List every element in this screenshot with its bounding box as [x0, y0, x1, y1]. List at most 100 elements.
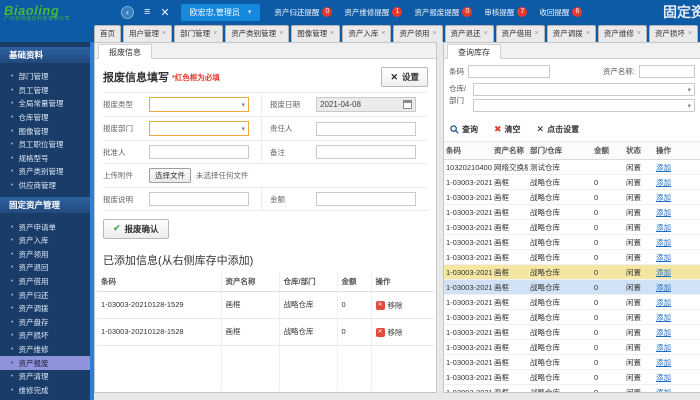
tab-close-icon[interactable]: ×: [330, 30, 334, 37]
sidebar-item[interactable]: • 员工管理: [0, 84, 90, 98]
notification-link[interactable]: 资产报废提醒 0: [414, 7, 473, 18]
add-link[interactable]: 添加: [656, 193, 671, 202]
remark-input[interactable]: [316, 145, 416, 159]
dept-select[interactable]: ▾: [473, 99, 695, 112]
sidebar-item[interactable]: • 资产归还: [0, 288, 90, 302]
remove-button[interactable]: ✕ 移除: [375, 300, 403, 311]
sidebar-item[interactable]: • 资产退回: [0, 261, 90, 275]
sidebar-item[interactable]: • 资产损坏: [0, 329, 90, 343]
tab[interactable]: 资产退还 ×: [444, 25, 494, 42]
scrap-dept-select[interactable]: ▾: [149, 121, 249, 136]
tab[interactable]: 用户管理 ×: [123, 25, 173, 42]
sidebar-item[interactable]: • 资产报废: [0, 356, 90, 370]
scrap-info-tab[interactable]: 报废信息: [98, 44, 152, 59]
sidebar-item[interactable]: • 员工职位管理: [0, 138, 90, 152]
responsible-input[interactable]: [316, 121, 416, 136]
sidebar-section-fixed-assets[interactable]: 固定资产管理: [0, 197, 90, 214]
asset-name-input[interactable]: [639, 65, 695, 78]
add-link[interactable]: 添加: [656, 328, 671, 337]
add-link[interactable]: 添加: [656, 343, 671, 352]
tab[interactable]: 资产类别管理 ×: [225, 25, 290, 42]
add-link[interactable]: 添加: [656, 298, 671, 307]
hamburger-icon[interactable]: ≡: [144, 6, 150, 18]
sidebar-item[interactable]: • 规格型号: [0, 152, 90, 166]
tab-close-icon[interactable]: ×: [279, 30, 283, 37]
notification-badge: 0: [322, 7, 333, 17]
sidebar-item[interactable]: • 资产调拨: [0, 302, 90, 316]
bullet-icon: •: [11, 359, 14, 367]
settings-button[interactable]: ✕ 设置: [381, 67, 428, 87]
add-link[interactable]: 添加: [656, 358, 671, 367]
click-settings-button[interactable]: ✕ 点击设置: [537, 124, 580, 135]
add-link[interactable]: 添加: [656, 178, 671, 187]
scrap-desc-input[interactable]: [149, 192, 249, 206]
tab-close-icon[interactable]: ×: [432, 30, 436, 37]
tab-close-icon[interactable]: ×: [381, 30, 385, 37]
tab[interactable]: 资产领用 ×: [393, 25, 443, 42]
sidebar-item[interactable]: • 部门管理: [0, 70, 90, 84]
tab[interactable]: 部门管理 ×: [174, 25, 224, 42]
sidebar-item[interactable]: • 全局常量管理: [0, 97, 90, 111]
tab[interactable]: 首页: [94, 25, 121, 42]
query-button[interactable]: 查询: [450, 124, 478, 135]
sidebar-item[interactable]: • 资产入库: [0, 234, 90, 248]
tab-close-icon[interactable]: ×: [162, 30, 166, 37]
amount-input[interactable]: [316, 192, 416, 206]
sidebar-item[interactable]: • 资产领用: [0, 248, 90, 262]
collapse-icon[interactable]: ‹: [121, 5, 134, 19]
close-icon[interactable]: ✕: [160, 6, 169, 19]
clear-button[interactable]: ✖ 清空: [494, 124, 521, 135]
scrap-date-field[interactable]: 2021-04-08: [316, 97, 416, 112]
add-link[interactable]: 添加: [656, 253, 671, 262]
scrap-confirm-button[interactable]: ✔ 报废确认: [103, 218, 169, 239]
sidebar-item[interactable]: • 供应商管理: [0, 179, 90, 193]
notification-link[interactable]: 资产维修提醒 1: [344, 7, 403, 18]
tab-close-icon[interactable]: ×: [535, 30, 539, 37]
notification-link[interactable]: 收回提醒 6: [539, 7, 583, 18]
approver-input[interactable]: [149, 145, 249, 159]
tab[interactable]: 资产损坏 ×: [648, 25, 699, 42]
notification-link[interactable]: 资产归还提醒 0: [274, 7, 333, 18]
add-link[interactable]: 添加: [656, 208, 671, 217]
tab-close-icon[interactable]: ×: [688, 30, 692, 37]
inventory-query-tab[interactable]: 查询库存: [447, 44, 501, 59]
tab[interactable]: 资产调拨 ×: [546, 25, 596, 42]
cell-barcode: 1-03003-2021012: [444, 324, 492, 340]
barcode-input[interactable]: [468, 65, 550, 78]
tab-close-icon[interactable]: ×: [213, 30, 217, 37]
sidebar-item[interactable]: • 图像管理: [0, 124, 90, 138]
sidebar-section-basic-data[interactable]: 基础资料: [0, 47, 90, 63]
add-link[interactable]: 添加: [656, 268, 671, 277]
sidebar-item[interactable]: • 资产维修: [0, 343, 90, 357]
sidebar-item[interactable]: • 仓库管理: [0, 111, 90, 125]
tab-close-icon[interactable]: ×: [586, 30, 590, 37]
sidebar-item[interactable]: • 资产申请单: [0, 220, 90, 234]
add-link[interactable]: 添加: [656, 223, 671, 232]
add-link[interactable]: 添加: [656, 373, 671, 382]
remove-button[interactable]: ✕ 移除: [375, 327, 403, 338]
sidebar-item[interactable]: • 维修完成: [0, 383, 90, 397]
add-link[interactable]: 添加: [656, 313, 671, 322]
warehouse-select[interactable]: ▾: [473, 83, 695, 96]
add-link[interactable]: 添加: [656, 283, 671, 292]
inventory-row: 1-03003-2021012 画框 战略仓库 0 闲置 添加: [444, 369, 700, 385]
scrap-form: 报废类型 ▾ 报废日期 2021-04-08 报废部门 ▾ 责任人 批准人 备注…: [103, 92, 428, 211]
notification-link[interactable]: 审核提醒 7: [484, 7, 528, 18]
add-link[interactable]: 添加: [656, 163, 671, 172]
tab-close-icon[interactable]: ×: [637, 30, 641, 37]
tab[interactable]: 资产借用 ×: [495, 25, 545, 42]
tab-close-icon[interactable]: ×: [484, 30, 488, 37]
choose-file-button[interactable]: 选择文件: [149, 168, 191, 183]
sidebar-item[interactable]: • 资产类别管理: [0, 165, 90, 179]
tab[interactable]: 图像管理 ×: [291, 25, 341, 42]
calendar-icon[interactable]: [403, 100, 412, 109]
add-link[interactable]: 添加: [656, 388, 671, 393]
sidebar-item[interactable]: • 资产盘存: [0, 316, 90, 330]
add-link[interactable]: 添加: [656, 238, 671, 247]
sidebar-item[interactable]: • 资产借用: [0, 275, 90, 289]
sidebar-item[interactable]: • 资产清理: [0, 370, 90, 384]
scrap-type-select[interactable]: ▾: [149, 97, 249, 112]
tab[interactable]: 资产入库 ×: [342, 25, 392, 42]
tab[interactable]: 资产维修 ×: [597, 25, 647, 42]
user-menu-button[interactable]: 欧宏忠,管理员 ▾: [180, 3, 261, 21]
